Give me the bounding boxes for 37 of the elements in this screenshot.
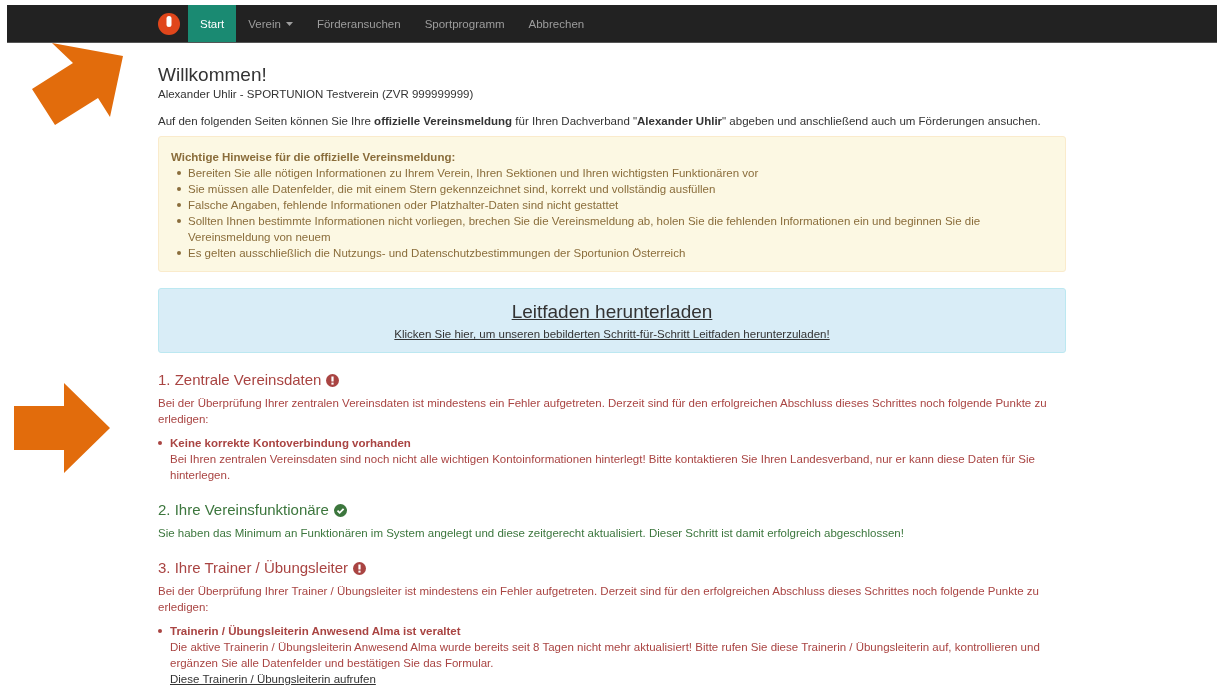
issue-title: Keine korrekte Kontoverbindung vorhanden xyxy=(170,436,412,451)
bullet-icon xyxy=(177,187,181,191)
arrow-icon xyxy=(14,383,110,473)
issue-text: Die aktive Trainerin / Übungsleiterin Anwesend Alma wurde bereits seit 8 Tagen nicht mehr aktualisiert! Bitte rufen Sie diese Trainerin / Übungsleiterin auf, kontrollieren und ergänzen Sie alle Datenfelder und bestätigen Sie das Formular. xyxy=(170,640,1041,671)
issue-text: Bei Ihren zentralen Vereinsdaten sind noch nicht alle wichtigen Kontoinformationen hinterlegt! Bitte kontaktieren Sie Ihren Landesverband, nur er kann diese Daten für Sie hinterlegen. xyxy=(170,452,1036,483)
nav-tab[interactable]: Start xyxy=(188,5,237,42)
section-text: Bei der Überprüfung Ihrer zentralen Vereinsdaten ist mindestens ein Fehler aufgetreten. Derzeit sind für den erfolgreichen Abschluss dieses Schrittes noch folgende Punkte zu erledigen: xyxy=(158,396,1048,427)
issue-title: Trainerin / Übungsleiterin Anwesend Alma ist veraltet xyxy=(170,624,462,639)
logo-icon[interactable] xyxy=(158,12,180,35)
notice-item: Falsche Angaben, fehlende Informationen oder Platzhalter-Daten sind nicht gestattet xyxy=(188,198,619,213)
notice-item: Sie müssen alle Datenfelder, die mit einem Stern gekennzeichnet sind, korrekt und vollständig ausfüllen xyxy=(188,182,716,197)
section-text: Bei der Überprüfung Ihrer Trainer / Übungsleiter ist mindestens ein Fehler aufgetreten. Derzeit sind für den erfolgreichen Abschluss dieses Schrittes noch folgende Punkte zu erledigen: xyxy=(158,584,1040,615)
section-title: 1. Zentrale Vereinsdaten xyxy=(158,371,322,389)
issue-link[interactable]: Diese Trainerin / Übungsleiterin aufrufen xyxy=(170,673,376,685)
notice-title: Wichtige Hinweise für die offizielle Vereinsmeldung: xyxy=(171,150,457,165)
section-title: 3. Ihre Trainer / Übungsleiter xyxy=(158,559,349,577)
bullet-icon xyxy=(177,203,181,207)
bullet-icon xyxy=(177,251,181,255)
bullet-icon xyxy=(158,441,162,445)
club-subtitle: Alexander Uhlir - SPORTUNION Testverein (ZVR 999999999) xyxy=(158,87,475,101)
arrow-icon xyxy=(32,43,124,127)
nav-tab[interactable]: Förderansuchen xyxy=(304,5,413,42)
guide-link[interactable]: Klicken Sie hier, um unseren bebilderten Schritt-für-Schritt Leitfaden herunterzuladen! xyxy=(394,328,830,340)
bullet-icon xyxy=(177,171,181,175)
section-title: 2. Ihre Vereinsfunktionäre xyxy=(158,501,329,519)
nav-tab[interactable]: Sportprogramm xyxy=(412,5,517,42)
guide-download-link[interactable]: Leitfaden herunterladen xyxy=(511,298,713,326)
bullet-icon xyxy=(158,629,162,633)
notice-item: Es gelten ausschließlich die Nutzungs- und Datenschutzbestimmungen der Sportunion Österreich xyxy=(188,246,686,261)
notice-item: Sollten Ihnen bestimmte Informationen nicht vorliegen, brechen Sie die Vereinsmeldung ab, holen Sie die fehlenden Informationen ein und beginnen Sie die Vereinsmeldung von neuem xyxy=(188,214,982,245)
nav-tab[interactable]: Verein xyxy=(236,5,305,42)
section-text: Sie haben das Minimum an Funktionären im System angelegt und diese zeitgerecht aktualisiert. Dieser Schritt ist damit erfolgreich abgeschlossen! xyxy=(158,526,905,541)
notice-item: Bereiten Sie alle nötigen Informationen zu Ihrem Verein, Ihren Sektionen und Ihren wichtigsten Funktionären vor xyxy=(188,166,759,181)
intro-text: Auf den folgenden Seiten können Sie Ihre offizielle Vereinsmeldung für Ihren Dachverband "Alexander Uhlir" abgeben und anschließend auch um Förderungen ansuchen. xyxy=(158,115,1042,127)
bullet-icon xyxy=(177,219,181,223)
nav-tab[interactable]: Abbrechen xyxy=(516,5,597,42)
page-title: Willkommen! xyxy=(158,63,268,87)
